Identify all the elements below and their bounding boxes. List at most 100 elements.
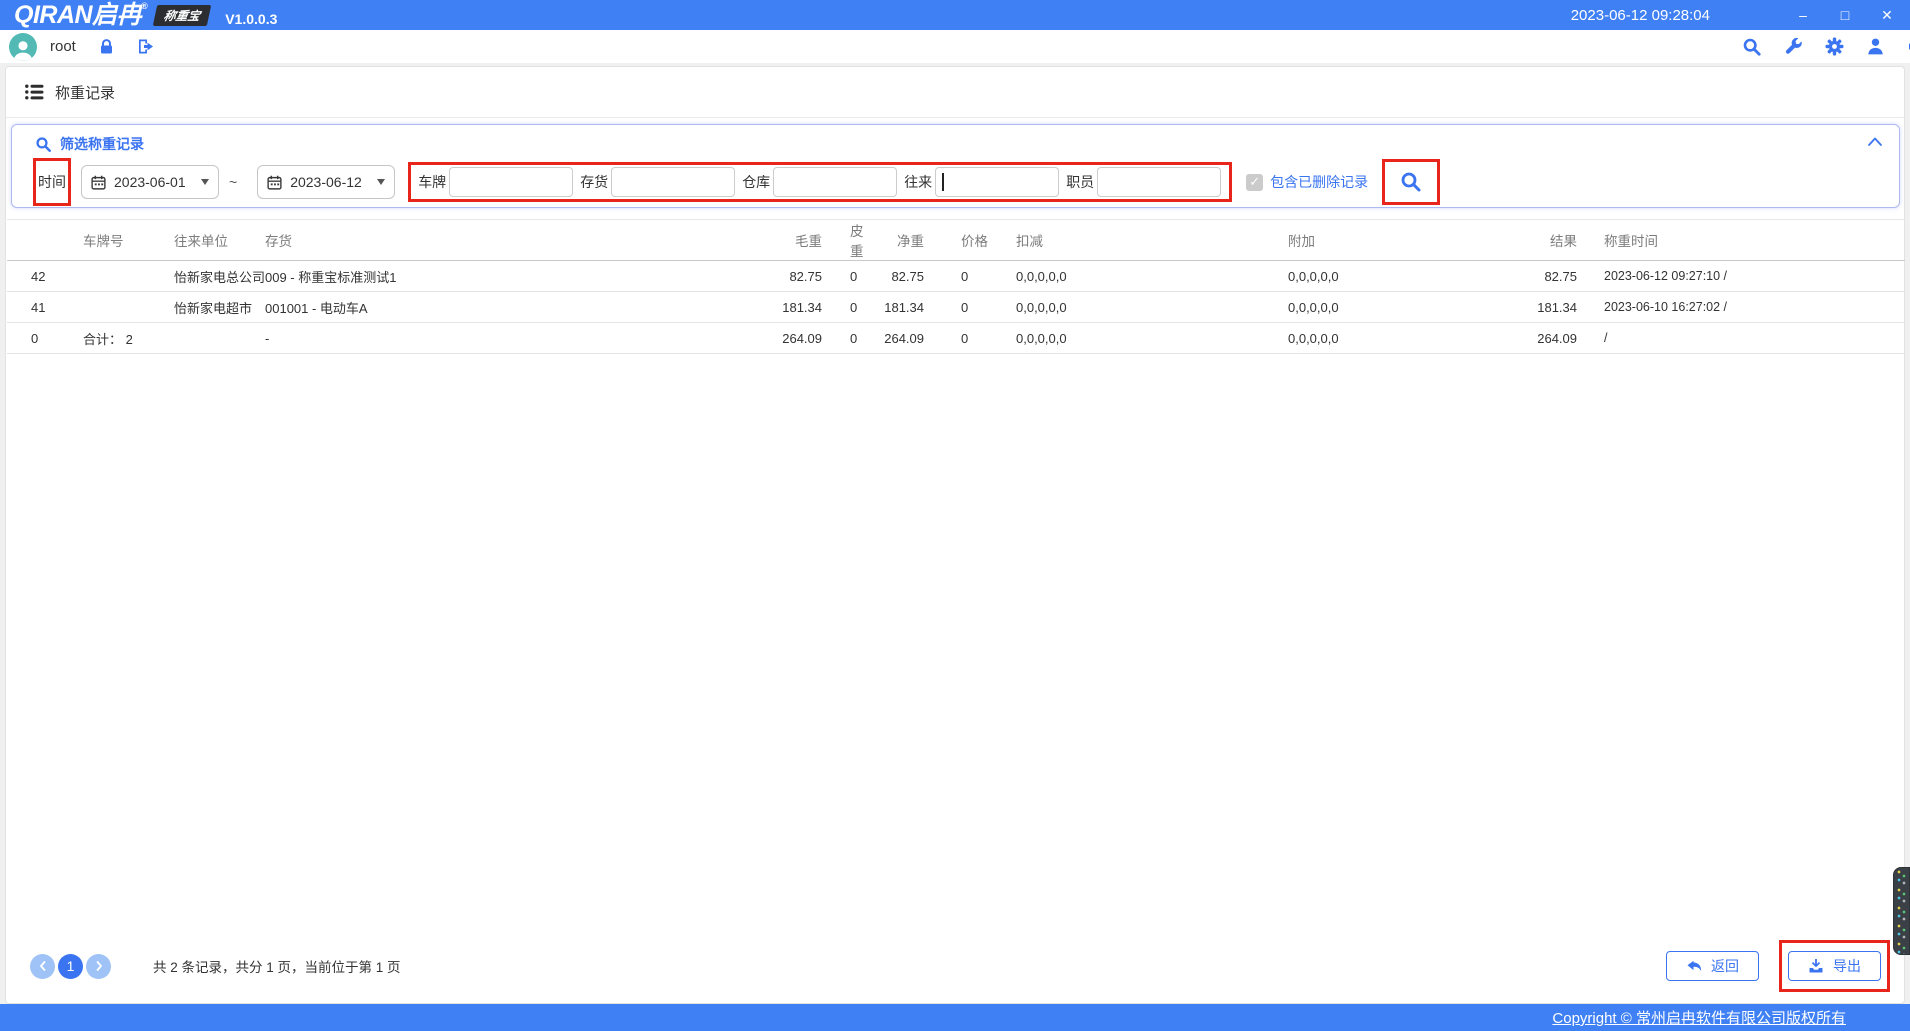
col-weigh-time: 称重时间: [1577, 220, 1905, 261]
avatar[interactable]: [9, 33, 37, 61]
collapse-chevron-icon[interactable]: [1867, 136, 1883, 147]
plate-input[interactable]: [449, 167, 573, 197]
cell-addition: 0,0,0,0,0: [1277, 323, 1491, 354]
date-to-value: 2023-06-12: [290, 174, 369, 190]
annotation-box-fields: 车牌 存货 仓库 往来: [408, 162, 1232, 202]
cell-net: 264.09: [867, 323, 924, 354]
cell-price: 0: [924, 292, 997, 323]
date-from-select[interactable]: 2023-06-01: [81, 165, 219, 199]
cell-deduction: 0,0,0,0,0: [997, 261, 1277, 292]
staff-input[interactable]: [1097, 167, 1221, 197]
cell-id: 41: [7, 292, 83, 323]
calendar-icon: [267, 175, 282, 190]
col-addition: 附加: [1277, 220, 1491, 261]
contact-input[interactable]: [935, 167, 1059, 197]
filter-panel-title: 筛选称重记录: [60, 134, 144, 154]
close-button[interactable]: ✕: [1866, 0, 1908, 30]
dropdown-arrow-icon: [377, 179, 385, 185]
registered-mark: ®: [141, 1, 147, 11]
download-icon: [1808, 958, 1824, 974]
user-bar: root: [0, 30, 1910, 63]
maximize-button[interactable]: □: [1824, 0, 1866, 30]
cell-company: 怡新家电超市: [174, 292, 265, 323]
cell-company: [174, 323, 265, 354]
table-summary-row: 0 合计： 2 - 264.09 0 264.09 0 0,0,0,0,0 0,…: [7, 323, 1905, 354]
cell-id: 42: [7, 261, 83, 292]
inventory-label: 存货: [580, 172, 608, 192]
back-button[interactable]: 返回: [1666, 951, 1759, 981]
col-price: 价格: [924, 220, 997, 261]
warehouse-label: 仓库: [742, 172, 770, 192]
calendar-icon: [91, 175, 106, 190]
cell-net: 82.75: [867, 261, 924, 292]
annotation-box-search: [1382, 159, 1440, 205]
cell-total: 合计： 2: [83, 323, 174, 354]
cell-result: 82.75: [1491, 261, 1577, 292]
cell-net: 181.34: [867, 292, 924, 323]
cell-deduction: 0,0,0,0,0: [997, 292, 1277, 323]
chevron-left-icon: [38, 960, 48, 972]
text-caret: [942, 173, 944, 191]
chevron-right-icon: [94, 960, 104, 972]
col-result: 结果: [1491, 220, 1577, 261]
content-area: 称重记录 筛选称重记录 时间: [5, 66, 1905, 1004]
cell-tare: 0: [822, 323, 867, 354]
cell-company: 怡新家电总公司: [174, 261, 265, 292]
filter-row: 时间 2023-06-01 ~: [12, 158, 1899, 206]
col-company: 往来单位: [174, 220, 265, 261]
cell-tare: 0: [822, 261, 867, 292]
cell-tare: 0: [822, 292, 867, 323]
toolbar-icons: [1742, 30, 1910, 63]
next-page-button[interactable]: [86, 954, 111, 979]
lock-icon[interactable]: [98, 38, 115, 55]
cell-id: 0: [7, 323, 83, 354]
prev-page-button[interactable]: [30, 954, 55, 979]
col-tare: 皮重: [822, 220, 867, 261]
export-button[interactable]: 导出: [1788, 951, 1881, 981]
table-header-row: 车牌号 往来单位 存货 毛重 皮重 净重 价格 扣减 附加 结果 称重时间: [7, 220, 1905, 261]
edge-dock-handle[interactable]: [1893, 867, 1910, 955]
filter-search-icon: [35, 136, 52, 153]
include-deleted-checkbox[interactable]: ✓: [1246, 174, 1263, 191]
cell-weigh-time: 2023-06-10 16:27:02 /: [1577, 292, 1905, 323]
include-deleted-group: ✓ 包含已删除记录: [1246, 172, 1368, 192]
cell-price: 0: [924, 323, 997, 354]
app-version: V1.0.0.3: [225, 11, 277, 27]
annotation-box-time: 时间: [33, 158, 71, 206]
wrench-icon[interactable]: [1784, 37, 1803, 56]
export-button-label: 导出: [1833, 956, 1861, 976]
col-deduction: 扣减: [997, 220, 1277, 261]
pagination-summary: 共 2 条记录，共分 1 页，当前位于第 1 页: [153, 956, 401, 976]
contact-label: 往来: [904, 172, 932, 192]
cell-gross: 82.75: [762, 261, 822, 292]
gear-icon[interactable]: [1825, 37, 1844, 56]
search-button[interactable]: [1400, 171, 1422, 193]
date-range-separator: ~: [229, 174, 237, 190]
cell-inventory: -: [265, 323, 762, 354]
col-inventory: 存货: [265, 220, 762, 261]
warehouse-input[interactable]: [773, 167, 897, 197]
minimize-button[interactable]: –: [1782, 0, 1824, 30]
date-to-select[interactable]: 2023-06-12: [257, 165, 395, 199]
cell-price: 0: [924, 261, 997, 292]
user-icon[interactable]: [1866, 37, 1885, 56]
copyright-text: Copyright © 常州启冉软件有限公司版权所有: [1552, 1007, 1846, 1028]
app-window: QIRAN启冉® 称重宝 V1.0.0.3 2023-06-12 09:28:0…: [0, 0, 1910, 1031]
dropdown-arrow-icon: [201, 179, 209, 185]
title-bar: QIRAN启冉® 称重宝 V1.0.0.3 2023-06-12 09:28:0…: [0, 0, 1910, 30]
table-row[interactable]: 41 怡新家电超市 001001 - 电动车A 181.34 0 181.34 …: [7, 292, 1905, 323]
cell-addition: 0,0,0,0,0: [1277, 261, 1491, 292]
cell-inventory: 009 - 称重宝标准测试1: [265, 261, 762, 292]
search-icon[interactable]: [1742, 37, 1762, 57]
page-title: 称重记录: [55, 82, 115, 103]
page-header: 称重记录: [6, 67, 1904, 118]
filter-panel: 筛选称重记录 时间: [11, 124, 1900, 208]
cell-inventory: 001001 - 电动车A: [265, 292, 762, 323]
inventory-input[interactable]: [611, 167, 735, 197]
cell-weigh-time: /: [1577, 323, 1905, 354]
logout-icon[interactable]: [137, 38, 155, 55]
current-page-button[interactable]: 1: [58, 954, 83, 979]
cell-addition: 0,0,0,0,0: [1277, 292, 1491, 323]
col-plate: 车牌号: [83, 220, 174, 261]
table-row[interactable]: 42 怡新家电总公司 009 - 称重宝标准测试1 82.75 0 82.75 …: [7, 261, 1905, 292]
